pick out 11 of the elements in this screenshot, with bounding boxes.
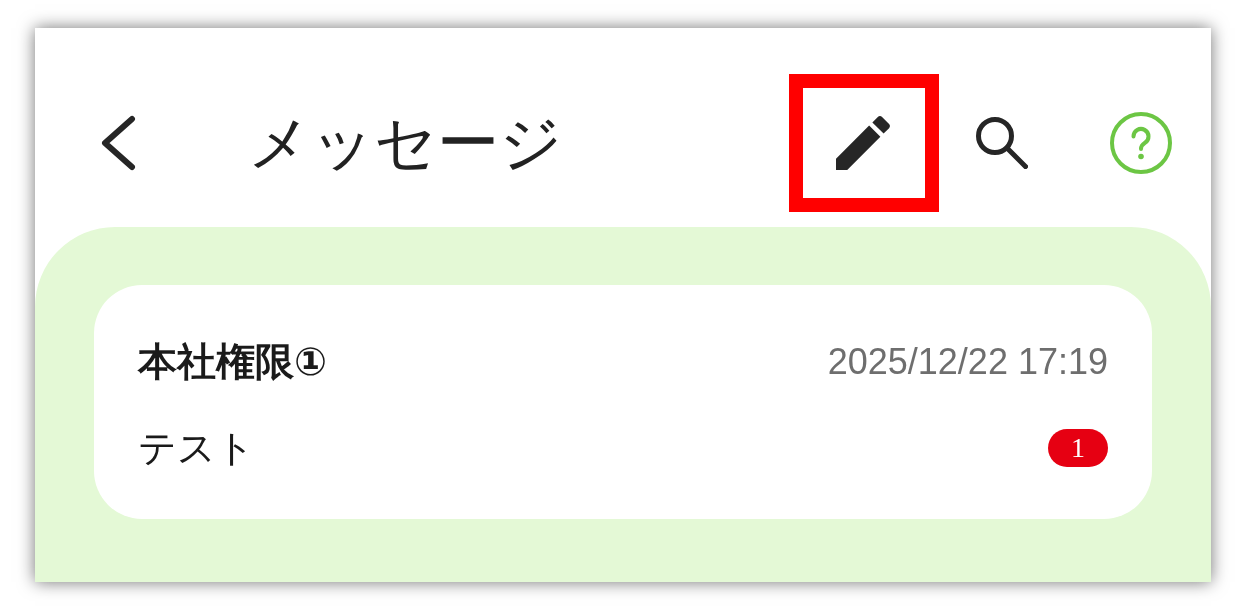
message-preview: テスト xyxy=(138,427,255,469)
back-button[interactable] xyxy=(100,115,136,171)
unread-badge: 1 xyxy=(1048,429,1108,467)
help-icon xyxy=(1110,112,1172,174)
conversation-time: 2025/12/22 17:19 xyxy=(827,341,1108,383)
pencil-icon xyxy=(836,116,890,170)
search-icon xyxy=(976,117,1028,169)
conversation-name: 本社権限① xyxy=(138,341,328,383)
chevron-left-icon xyxy=(100,115,136,171)
conversation-card[interactable]: 本社権限① 2025/12/22 17:19 テスト 1 xyxy=(94,285,1152,519)
screen-title: メッセージ xyxy=(248,107,562,179)
